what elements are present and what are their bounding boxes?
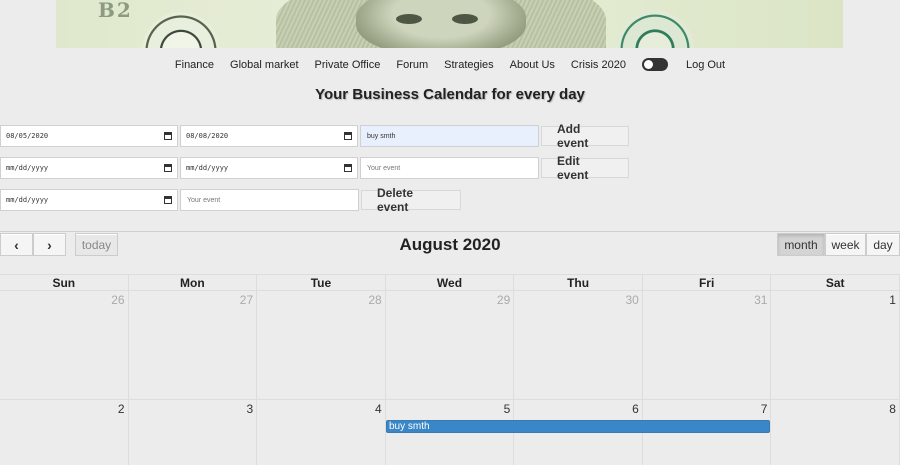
delete-event-button[interactable]: Delete event <box>361 186 461 214</box>
day-cell[interactable]: 1 <box>771 291 900 399</box>
month-grid: Sun Mon Tue Wed Thu Fri Sat 26 27 28 29 … <box>0 274 900 465</box>
date-placeholder: mm/dd/yyyy <box>6 196 49 204</box>
delete-date-input[interactable]: mm/dd/yyyy <box>0 189 178 211</box>
date-placeholder: mm/dd/yyyy <box>6 164 49 172</box>
nav-strategies[interactable]: Strategies <box>444 59 494 71</box>
main-nav: Finance Global market Private Office For… <box>0 58 900 71</box>
nav-crisis-2020[interactable]: Crisis 2020 <box>571 59 626 71</box>
edit-event-form: mm/dd/yyyy mm/dd/yyyy Your event Edit ev… <box>0 154 629 182</box>
day-cell[interactable]: 2 <box>0 400 129 465</box>
day-view-button[interactable]: day <box>866 233 900 256</box>
day-cell[interactable]: 26 <box>0 291 129 399</box>
calendar: August 2020 ‹ › today month week day Sun… <box>0 231 900 465</box>
day-cell[interactable]: 30 <box>514 291 643 399</box>
nav-forum[interactable]: Forum <box>396 59 428 71</box>
month-view-button[interactable]: month <box>777 233 825 256</box>
portrait-face <box>356 0 526 48</box>
weekday-header: Sun Mon Tue Wed Thu Fri Sat <box>0 274 900 291</box>
add-event-button[interactable]: Add event <box>541 122 629 150</box>
nav-global-market[interactable]: Global market <box>230 59 298 71</box>
theme-toggle[interactable] <box>641 58 668 71</box>
federal-seal-icon <box>616 10 694 48</box>
add-start-date-input[interactable]: 08/05/2020 <box>0 125 178 147</box>
day-cell[interactable]: 28 <box>257 291 386 399</box>
week-row: 2 3 4 5 6 7 8 buy smth <box>0 400 900 465</box>
weekday-wed: Wed <box>386 275 515 291</box>
date-placeholder: mm/dd/yyyy <box>186 164 229 172</box>
delete-event-form: mm/dd/yyyy Your event Delete event <box>0 186 461 214</box>
edit-start-date-input[interactable]: mm/dd/yyyy <box>0 157 178 179</box>
calendar-title: August 2020 <box>399 235 501 254</box>
calendar-icon[interactable] <box>344 164 352 172</box>
calendar-icon[interactable] <box>344 132 352 140</box>
weekday-sun: Sun <box>0 275 129 291</box>
calendar-icon[interactable] <box>164 164 172 172</box>
prev-month-button[interactable]: ‹ <box>0 233 33 256</box>
weekday-tue: Tue <box>257 275 386 291</box>
calendar-event[interactable]: buy smth <box>386 420 770 433</box>
banner-serial: B2 <box>98 0 133 22</box>
edit-event-input[interactable]: Your event <box>360 157 539 179</box>
add-end-date-input[interactable]: 08/08/2020 <box>180 125 358 147</box>
date-value: 08/05/2020 <box>6 132 49 140</box>
weekday-thu: Thu <box>514 275 643 291</box>
day-cell[interactable]: 27 <box>129 291 258 399</box>
today-button[interactable]: today <box>75 233 118 256</box>
weekday-sat: Sat <box>771 275 900 291</box>
week-row: 26 27 28 29 30 31 1 <box>0 291 900 400</box>
calendar-icon[interactable] <box>164 132 172 140</box>
nav-private-office[interactable]: Private Office <box>315 59 381 71</box>
nav-log-out[interactable]: Log Out <box>686 59 725 71</box>
calendar-icon[interactable] <box>164 196 172 204</box>
next-month-button[interactable]: › <box>33 233 66 256</box>
add-event-input[interactable]: buy smth <box>360 125 539 147</box>
nav-about-us[interactable]: About Us <box>510 59 555 71</box>
dollar-banner: B2 <box>56 0 843 48</box>
day-cell[interactable]: 29 <box>386 291 515 399</box>
page-title: Your Business Calendar for every day <box>315 86 585 103</box>
day-cell[interactable]: 8 <box>771 400 900 465</box>
portrait-eye <box>452 14 478 24</box>
day-cell[interactable]: 4 <box>257 400 386 465</box>
delete-event-input[interactable]: Your event <box>180 189 359 211</box>
date-value: 08/08/2020 <box>186 132 229 140</box>
day-cell[interactable]: 31 <box>643 291 772 399</box>
weekday-mon: Mon <box>129 275 258 291</box>
add-event-form: 08/05/2020 08/08/2020 buy smth Add event <box>0 122 629 150</box>
portrait-eye <box>396 14 422 24</box>
nav-finance[interactable]: Finance <box>175 59 214 71</box>
week-view-button[interactable]: week <box>825 233 866 256</box>
edit-end-date-input[interactable]: mm/dd/yyyy <box>180 157 358 179</box>
edit-event-button[interactable]: Edit event <box>541 154 629 182</box>
weekday-fri: Fri <box>643 275 772 291</box>
day-cell[interactable]: 3 <box>129 400 258 465</box>
treasury-seal-icon <box>142 12 220 48</box>
